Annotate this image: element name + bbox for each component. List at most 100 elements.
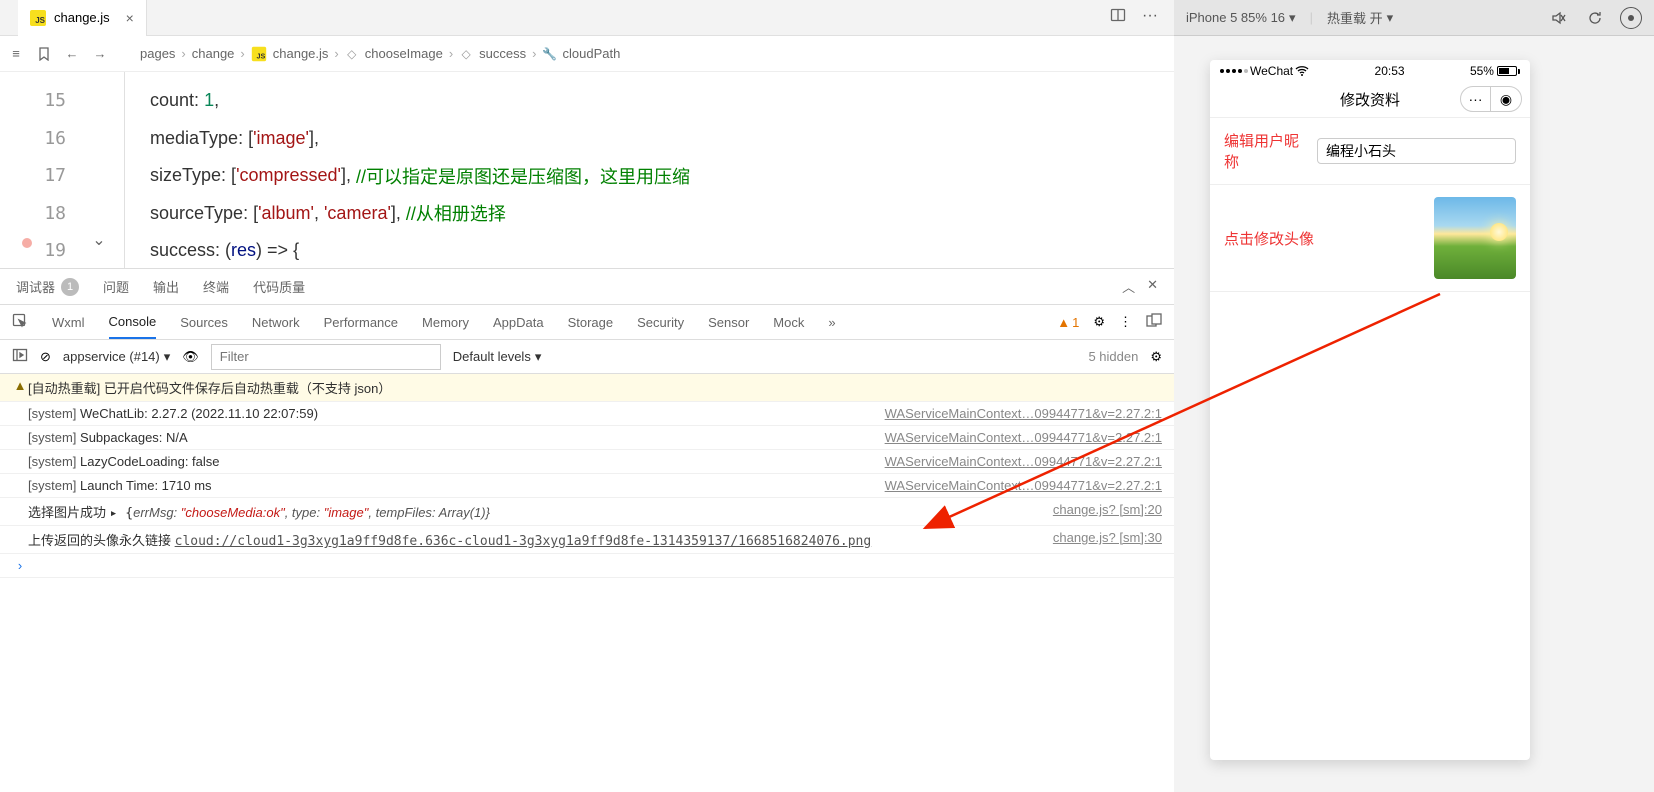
sim-title: 修改资料 — [1340, 89, 1400, 110]
lineno: 17 — [0, 157, 90, 195]
levels-select[interactable]: Default levels ▾ — [453, 349, 542, 365]
console-prompt[interactable]: › — [0, 554, 1174, 578]
more-icon[interactable]: ··· — [1142, 7, 1158, 28]
devtools-tabs: Wxml Console Sources Network Performance… — [0, 304, 1174, 340]
eye-icon[interactable]: 👁 — [182, 349, 199, 365]
breadcrumb[interactable]: pages› change› JSchange.js› ◇chooseImage… — [140, 46, 620, 62]
menu-icon[interactable]: ≡ — [8, 46, 24, 62]
badge: 1 — [61, 278, 79, 296]
capsule-close-icon[interactable]: ◉ — [1491, 87, 1521, 111]
gear-icon[interactable]: ⚙ — [1150, 349, 1162, 365]
tab-terminal[interactable]: 终端 — [203, 277, 229, 296]
editor-tab-bar: JS change.js × ··· — [0, 0, 1174, 36]
nickname-input[interactable] — [1317, 138, 1516, 164]
kebab-icon[interactable]: ⋮ — [1119, 314, 1132, 330]
warn-icon: ▲ — [12, 378, 28, 393]
console-text: [自动热重载] 已开启代码文件保存后自动热重载（不支持 json） — [28, 378, 1162, 397]
signal-icon: WeChat — [1220, 64, 1309, 78]
console-toolbar: ⊘ appservice (#14) ▾ 👁 Default levels ▾ … — [0, 340, 1174, 374]
close-panel-icon[interactable]: ✕ — [1147, 277, 1158, 296]
file-tab[interactable]: JS change.js × — [18, 0, 147, 36]
dt-tab-sources[interactable]: Sources — [180, 315, 228, 330]
code-content[interactable]: count: 1, mediaType: ['image'], sizeType… — [90, 72, 1174, 268]
crumb-pages[interactable]: pages — [140, 46, 175, 61]
dt-tab-appdata[interactable]: AppData — [493, 315, 544, 330]
tab-quality[interactable]: 代码质量 — [253, 277, 305, 296]
inspect-icon[interactable] — [12, 313, 28, 332]
console-line: [system] LazyCodeLoading: false WAServic… — [0, 450, 1174, 474]
bookmark-icon[interactable] — [36, 46, 52, 62]
console-line: [system] WeChatLib: 2.27.2 (2022.11.10 2… — [0, 402, 1174, 426]
clear-console-icon[interactable]: ⊘ — [40, 349, 51, 365]
tab-output[interactable]: 输出 — [153, 277, 179, 296]
battery-icon: 55% — [1470, 64, 1520, 78]
console-line: ▲ [自动热重载] 已开启代码文件保存后自动热重载（不支持 json） — [0, 374, 1174, 402]
crumb-file[interactable]: change.js — [273, 46, 329, 61]
source-link[interactable]: WAServiceMainContext…09944771&v=2.27.2:1 — [885, 430, 1162, 445]
crumb-fn2[interactable]: success — [479, 46, 526, 61]
avatar-image[interactable] — [1434, 197, 1516, 279]
gear-icon[interactable]: ⚙ — [1093, 314, 1105, 330]
cube-icon: ◇ — [345, 47, 359, 61]
dt-tab-storage[interactable]: Storage — [568, 315, 614, 330]
device-select[interactable]: iPhone 5 85% 16 ▾ — [1186, 10, 1296, 26]
more-tabs-icon[interactable]: » — [828, 315, 835, 330]
filter-input[interactable] — [211, 344, 441, 370]
toggle-sidebar-icon[interactable] — [12, 347, 28, 366]
sim-navbar: 修改资料 ···◉ — [1210, 82, 1530, 118]
lineno: 18 — [0, 195, 90, 233]
dt-tab-security[interactable]: Security — [637, 315, 684, 330]
sim-capsule[interactable]: ···◉ — [1460, 86, 1522, 112]
forward-icon[interactable]: → — [92, 46, 108, 62]
crumb-fn1[interactable]: chooseImage — [365, 46, 443, 61]
dt-tab-console[interactable]: Console — [109, 314, 157, 339]
breakpoint-icon[interactable] — [22, 238, 32, 248]
dt-tab-wxml[interactable]: Wxml — [52, 315, 85, 330]
dt-tab-sensor[interactable]: Sensor — [708, 315, 749, 330]
sim-avatar-row[interactable]: 点击修改头像 — [1210, 185, 1530, 292]
console-line: 选择图片成功 ▸ {errMsg: "chooseMedia:ok", type… — [0, 498, 1174, 526]
refresh-icon[interactable] — [1584, 7, 1606, 29]
split-editor-icon[interactable] — [1110, 7, 1126, 28]
cube-icon: ◇ — [459, 47, 473, 61]
source-link[interactable]: WAServiceMainContext…09944771&v=2.27.2:1 — [885, 478, 1162, 493]
tab-filename: change.js — [54, 10, 110, 25]
dt-tab-memory[interactable]: Memory — [422, 315, 469, 330]
dock-icon[interactable] — [1146, 313, 1162, 332]
tab-debugger[interactable]: 调试器 1 — [16, 277, 79, 296]
warning-count[interactable]: ▲ 1 — [1057, 315, 1079, 330]
lineno: 15 — [0, 82, 90, 120]
sim-nickname-row: 编辑用户昵称 — [1210, 118, 1530, 185]
dt-tab-mock[interactable]: Mock — [773, 315, 804, 330]
source-link[interactable]: change.js? [sm]:30 — [1053, 530, 1162, 545]
capsule-menu-icon[interactable]: ··· — [1461, 87, 1491, 111]
lineno: 19 — [0, 232, 90, 270]
close-icon[interactable]: × — [126, 10, 134, 26]
crumb-change[interactable]: change — [192, 46, 235, 61]
sim-time: 20:53 — [1375, 64, 1405, 78]
code-editor[interactable]: 15 16 17 18 19 ⌄ count: 1, mediaType: ['… — [0, 72, 1174, 268]
hidden-count[interactable]: 5 hidden — [1088, 349, 1138, 364]
collapse-icon[interactable]: ︿ — [1122, 277, 1135, 296]
target-icon[interactable] — [1620, 7, 1642, 29]
source-link[interactable]: WAServiceMainContext…09944771&v=2.27.2:1 — [885, 454, 1162, 469]
dt-tab-performance[interactable]: Performance — [324, 315, 398, 330]
tab-problems[interactable]: 问题 — [103, 277, 129, 296]
console-output[interactable]: ▲ [自动热重载] 已开启代码文件保存后自动热重载（不支持 json） [sys… — [0, 374, 1174, 792]
lineno: 16 — [0, 120, 90, 158]
simulator-frame: WeChat 20:53 55% 修改资料 ···◉ 编辑用户昵称 点击修改头像 — [1210, 60, 1530, 760]
dt-tab-network[interactable]: Network — [252, 315, 300, 330]
mute-icon[interactable] — [1548, 7, 1570, 29]
context-select[interactable]: appservice (#14) ▾ — [63, 349, 170, 365]
crumb-prop[interactable]: cloudPath — [562, 46, 620, 61]
back-icon[interactable]: ← — [64, 46, 80, 62]
source-link[interactable]: WAServiceMainContext…09944771&v=2.27.2:1 — [885, 406, 1162, 421]
source-link[interactable]: change.js? [sm]:20 — [1053, 502, 1162, 517]
js-file-icon: JS — [252, 46, 266, 60]
cloud-url[interactable]: cloud://cloud1-3g3xyg1a9ff9d8fe.636c-clo… — [175, 534, 872, 549]
hotreload-select[interactable]: 热重载 开 ▾ — [1327, 8, 1393, 27]
wrench-icon: 🔧 — [542, 47, 556, 61]
console-line: [system] Subpackages: N/A WAServiceMainC… — [0, 426, 1174, 450]
bottom-panel-tabs: 调试器 1 问题 输出 终端 代码质量 ︿ ✕ — [0, 268, 1174, 304]
js-file-icon: JS — [30, 10, 46, 26]
